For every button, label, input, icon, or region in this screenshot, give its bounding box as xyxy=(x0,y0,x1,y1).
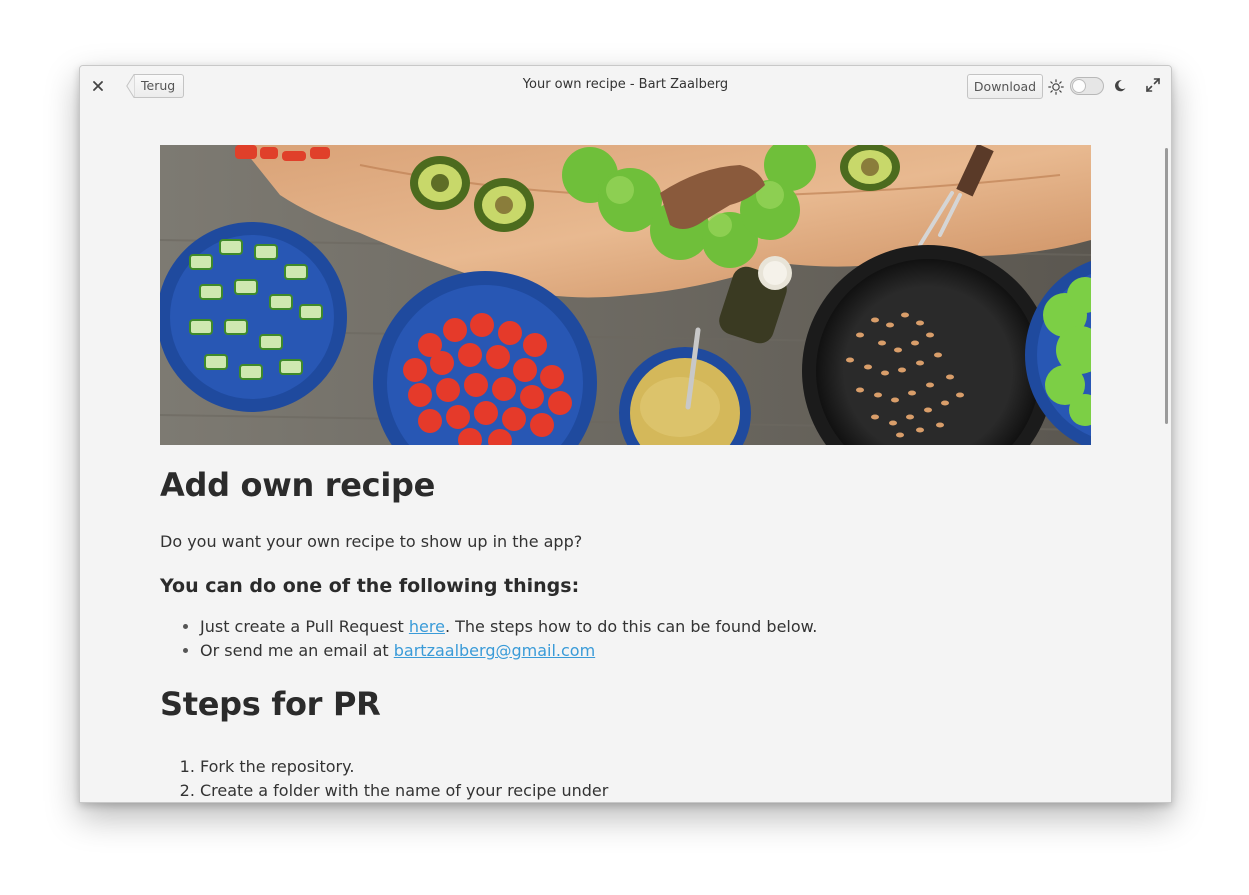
recipe-hero-image xyxy=(160,145,1091,445)
pull-request-link[interactable]: here xyxy=(409,617,445,636)
moon-icon xyxy=(1114,80,1126,92)
list-item: Create a folder with the name of your re… xyxy=(200,779,1091,802)
app-window: Terug Your own recipe - Bart Zaalberg Do… xyxy=(79,65,1172,803)
steps-list: Fork the repository. Create a folder wit… xyxy=(160,755,1091,802)
titlebar: Terug Your own recipe - Bart Zaalberg Do… xyxy=(80,66,1171,106)
article-intro: Do you want your own recipe to show up i… xyxy=(160,532,583,551)
steps-heading: Steps for PR xyxy=(160,685,381,723)
options-list: Just create a Pull Request here. The ste… xyxy=(160,615,1091,663)
scrollbar[interactable] xyxy=(1165,148,1168,424)
dark-mode-switch[interactable] xyxy=(1070,77,1104,95)
article: Add own recipe Do you want your own reci… xyxy=(160,466,1091,802)
list-item: Or send me an email at bartzaalberg@gmai… xyxy=(200,639,1091,663)
maximize-icon[interactable] xyxy=(1145,77,1161,93)
download-button[interactable]: Download xyxy=(967,74,1043,99)
email-link[interactable]: bartzaalberg@gmail.com xyxy=(394,641,595,660)
list-item: Just create a Pull Request here. The ste… xyxy=(200,615,1091,639)
content-area: Add own recipe Do you want your own reci… xyxy=(80,106,1171,802)
switch-knob xyxy=(1072,79,1086,93)
sun-icon xyxy=(1048,79,1064,95)
list-item: Fork the repository. xyxy=(200,755,1091,779)
article-heading: Add own recipe xyxy=(160,466,436,504)
options-subheading: You can do one of the following things: xyxy=(160,575,580,597)
